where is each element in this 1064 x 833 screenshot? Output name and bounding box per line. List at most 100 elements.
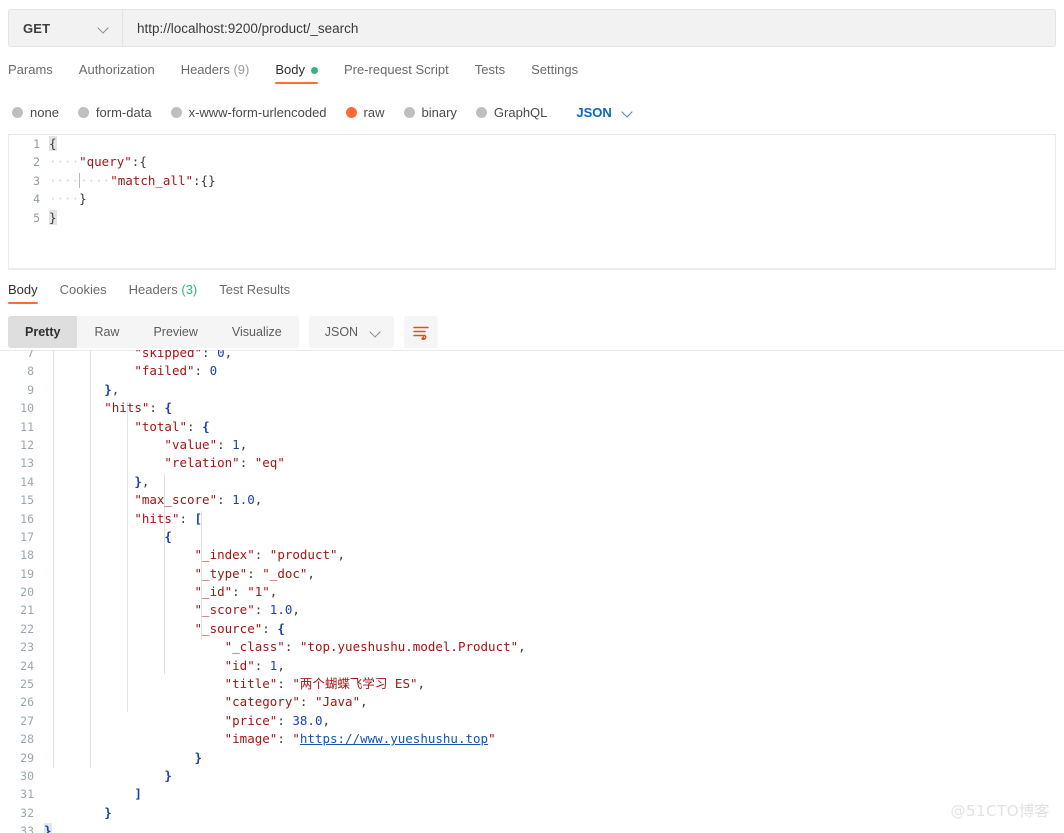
code-line: 20 "_id": "1", xyxy=(0,583,1064,601)
view-mode-pretty-label: Pretty xyxy=(25,325,61,339)
radio-icon xyxy=(403,106,415,118)
line-content: }, xyxy=(104,381,120,397)
code-line: 23 "_class": "top.yueshushu.model.Produc… xyxy=(0,638,1064,656)
response-format-select[interactable]: JSON xyxy=(308,316,395,348)
response-code-area: 7 "skipped": 0, 8 "failed": 0 9 }, 10 "h… xyxy=(0,350,1064,833)
line-content: "_score": 1.0, xyxy=(194,602,300,618)
line-number: 27 xyxy=(20,713,34,728)
line-content: "image": "https://www.yueshushu.top" xyxy=(224,731,496,747)
body-format-select[interactable]: JSON xyxy=(576,105,633,120)
tab-pre-request-script[interactable]: Pre-request Script xyxy=(344,62,449,84)
code-line: 17 { xyxy=(0,528,1064,546)
code-line: 3 ········"match_all":{} xyxy=(9,172,1055,190)
radio-icon xyxy=(170,106,182,118)
url-input-value: http://localhost:9200/product/_search xyxy=(137,20,359,36)
tab-headers[interactable]: Headers (9) xyxy=(181,62,250,84)
radio-icon xyxy=(77,106,89,118)
code-line: 28 "image": "https://www.yueshushu.top" xyxy=(0,730,1064,748)
code-line: 29 } xyxy=(0,749,1064,767)
view-mode-raw[interactable]: Raw xyxy=(77,316,136,348)
watermark: @51CTO博客 xyxy=(950,802,1050,820)
line-content: { xyxy=(49,136,57,151)
response-toolbar: Pretty Raw Preview Visualize JSON xyxy=(8,316,1048,348)
code-line: 22 "_source": { xyxy=(0,620,1064,638)
line-content: ········"match_all":{} xyxy=(49,172,216,188)
line-content: "skipped": 0, xyxy=(134,350,233,360)
request-url-bar: GET http://localhost:9200/product/_searc… xyxy=(8,9,1056,47)
line-number: 29 xyxy=(20,750,34,765)
code-line: 8 "failed": 0 xyxy=(0,362,1064,380)
line-number: 7 xyxy=(27,350,34,360)
line-number: 5 xyxy=(33,210,40,225)
line-number: 14 xyxy=(20,474,34,489)
code-line: 19 "_type": "_doc", xyxy=(0,565,1064,583)
line-content: "failed": 0 xyxy=(134,363,218,379)
line-content: "_id": "1", xyxy=(194,584,278,600)
code-line: 27 "price": 38.0, xyxy=(0,712,1064,730)
response-tab-cookies[interactable]: Cookies xyxy=(60,282,107,304)
line-number: 31 xyxy=(20,787,34,802)
body-type-binary[interactable]: binary xyxy=(403,105,457,120)
response-tab-headers[interactable]: Headers (3) xyxy=(129,282,198,304)
radio-icon xyxy=(12,106,23,118)
line-content: } xyxy=(104,804,112,820)
line-number: 2 xyxy=(33,155,40,170)
tab-body[interactable]: Body xyxy=(275,62,318,84)
body-type-urlencoded[interactable]: x-www-form-urlencoded xyxy=(170,104,327,120)
line-content: } xyxy=(164,767,172,783)
response-tab-test-results[interactable]: Test Results xyxy=(219,282,290,304)
view-mode-raw-label: Raw xyxy=(94,325,120,339)
line-number: 3 xyxy=(33,173,40,188)
body-type-form-data[interactable]: form-data xyxy=(77,105,152,120)
code-line: 7 "skipped": 0, xyxy=(0,350,1064,362)
line-number: 17 xyxy=(20,529,34,544)
body-type-none[interactable]: none xyxy=(12,105,59,120)
tab-tests[interactable]: Tests xyxy=(475,62,505,84)
line-number: 24 xyxy=(20,658,34,673)
line-content: "_class": "top.yueshushu.model.Product", xyxy=(224,639,526,655)
code-line: 32 } xyxy=(0,804,1064,822)
line-content: }, xyxy=(134,473,150,489)
line-number: 8 xyxy=(27,364,34,379)
response-image-link[interactable]: https://www.yueshushu.top xyxy=(300,731,488,746)
line-number: 26 xyxy=(20,695,34,710)
code-line: 10 "hits": { xyxy=(0,399,1064,417)
body-modified-dot-icon xyxy=(310,67,318,75)
tab-params[interactable]: Params xyxy=(8,62,53,84)
tab-headers-label: Headers xyxy=(180,62,230,77)
http-method-select[interactable]: GET xyxy=(9,10,123,46)
chevron-down-icon xyxy=(98,22,110,34)
body-type-urlencoded-label: x-www-form-urlencoded xyxy=(188,104,327,120)
response-tab-headers-count: (3) xyxy=(181,282,198,297)
view-mode-preview-label: Preview xyxy=(153,325,198,339)
tab-settings[interactable]: Settings xyxy=(531,62,578,84)
body-type-graphql[interactable]: GraphQL xyxy=(475,105,547,120)
view-mode-pretty[interactable]: Pretty xyxy=(8,316,78,348)
line-number: 32 xyxy=(20,805,34,820)
tab-headers-count: (9) xyxy=(233,62,250,77)
body-type-none-label: none xyxy=(30,104,59,120)
line-number: 22 xyxy=(20,621,34,636)
line-number: 9 xyxy=(27,382,34,397)
line-content: "price": 38.0, xyxy=(224,712,331,728)
code-line: 26 "category": "Java", xyxy=(0,693,1064,711)
response-tab-headers-label: Headers xyxy=(128,282,178,297)
wrap-lines-icon xyxy=(413,326,429,340)
view-mode-visualize[interactable]: Visualize xyxy=(215,316,299,348)
response-body-viewer[interactable]: 7 "skipped": 0, 8 "failed": 0 9 }, 10 "h… xyxy=(0,350,1064,833)
body-format-label: JSON xyxy=(576,104,612,120)
line-number: 18 xyxy=(20,548,34,563)
response-tabs: Body Cookies Headers (3) Test Results xyxy=(8,282,1048,310)
line-number: 16 xyxy=(20,511,34,526)
body-type-raw[interactable]: raw xyxy=(345,105,385,120)
code-line: 11 "total": { xyxy=(0,418,1064,436)
line-content: "category": "Java", xyxy=(224,694,368,710)
tab-authorization[interactable]: Authorization xyxy=(79,62,155,84)
request-tabs: Params Authorization Headers (9) Body Pr… xyxy=(8,62,1056,92)
http-method-label: GET xyxy=(23,20,51,36)
url-input[interactable]: http://localhost:9200/product/_search xyxy=(123,10,1055,46)
wrap-lines-button[interactable] xyxy=(404,316,439,348)
request-body-editor[interactable]: 1 { 2 ····"query":{ 3 ········"match_all… xyxy=(8,134,1056,270)
view-mode-preview[interactable]: Preview xyxy=(136,316,214,348)
response-tab-body[interactable]: Body xyxy=(8,282,38,304)
